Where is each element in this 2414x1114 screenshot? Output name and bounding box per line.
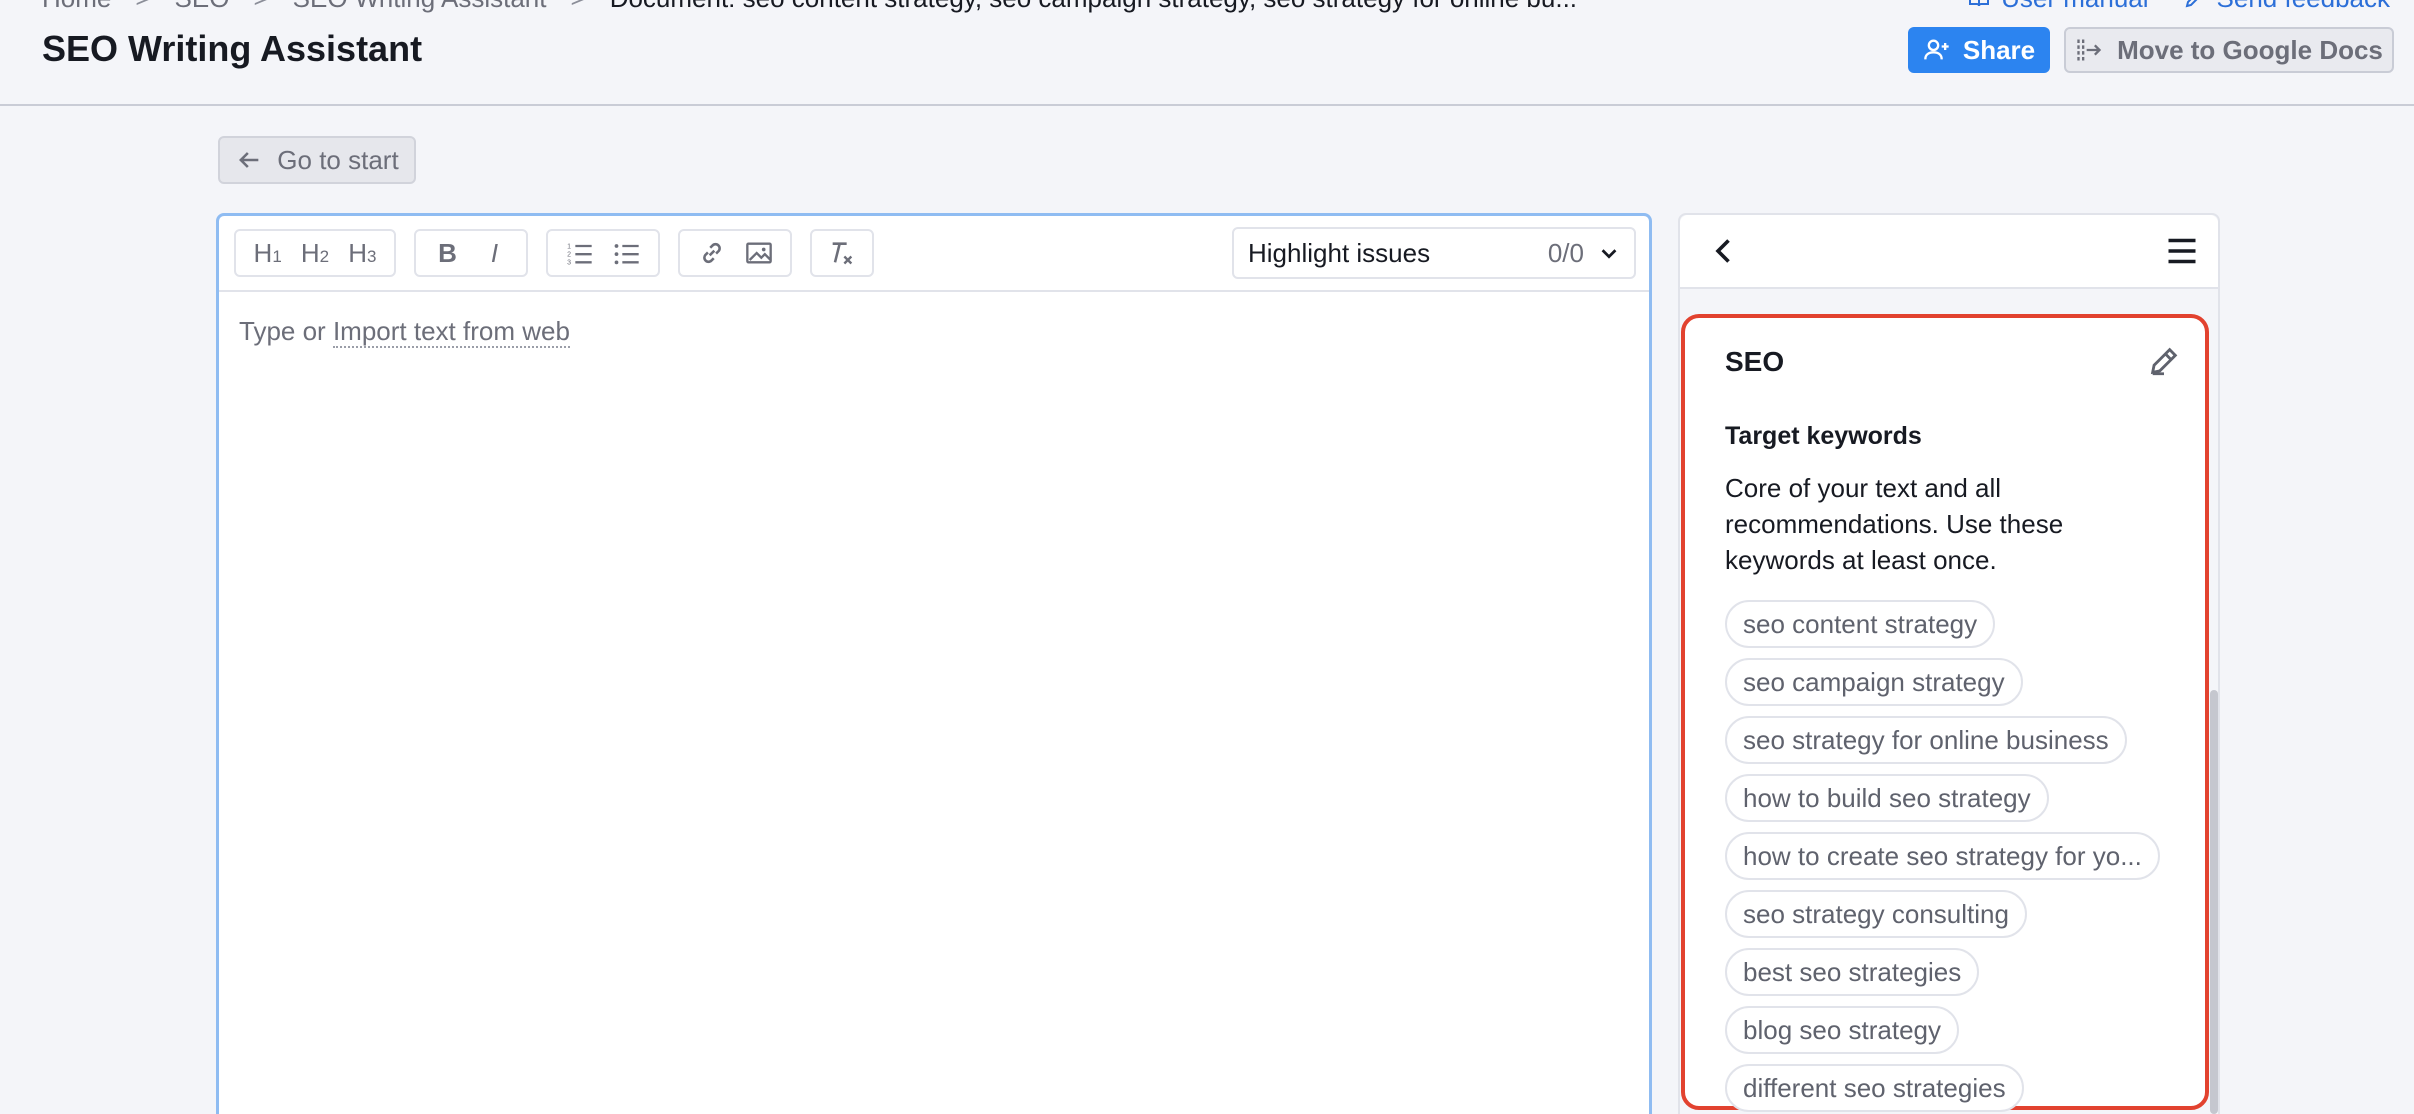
- menu-icon[interactable]: [2164, 233, 2200, 269]
- breadcrumb-separator: >: [135, 0, 150, 14]
- editor-toolbar: H1 H2 H3 B I 1 2 3 Highlight issues 0/0: [219, 216, 1649, 292]
- text-editor[interactable]: H1 H2 H3 B I 1 2 3 Highlight issues 0/0 …: [216, 213, 1652, 1114]
- keyword-chip[interactable]: how to create seo strategy for yo...: [1725, 832, 2160, 880]
- arrow-left-icon: [239, 152, 259, 168]
- panel-header: [1680, 215, 2218, 289]
- seo-title: SEO: [1725, 346, 1785, 377]
- keyword-chips: seo content strategy seo campaign strate…: [1725, 600, 2160, 1114]
- ordered-list-button[interactable]: 1 2 3: [556, 233, 603, 273]
- breadcrumb-seo[interactable]: SEO: [175, 0, 230, 14]
- breadcrumb-separator: >: [571, 0, 586, 14]
- image-icon: [745, 242, 772, 264]
- user-manual-link[interactable]: User manual: [1967, 0, 2149, 13]
- keyword-chip[interactable]: seo campaign strategy: [1725, 658, 2023, 706]
- insert-group: [678, 229, 792, 277]
- top-links: User manual Send feedback: [1967, 0, 2390, 13]
- page-title: SEO Writing Assistant: [42, 28, 423, 69]
- highlight-issues-dropdown[interactable]: Highlight issues 0/0: [1232, 227, 1636, 279]
- go-to-start-label: Go to start: [277, 144, 399, 175]
- keyword-chip[interactable]: seo strategy for online business: [1725, 716, 2127, 764]
- book-icon: [1969, 0, 1990, 7]
- share-button[interactable]: Share: [1908, 27, 2050, 73]
- keyword-chip[interactable]: different seo strategies: [1725, 1064, 2024, 1112]
- svg-text:2: 2: [567, 252, 571, 259]
- highlight-issues-label: Highlight issues: [1248, 237, 1431, 268]
- clear-formatting-button[interactable]: [818, 233, 866, 273]
- gdocs-label: Move to Google Docs: [2117, 34, 2383, 65]
- edit-icon[interactable]: [2147, 344, 2181, 378]
- add-user-icon: [1924, 39, 1949, 60]
- list-group: 1 2 3: [546, 229, 660, 277]
- breadcrumb-separator: >: [253, 0, 268, 14]
- clear-group: [810, 229, 874, 277]
- export-icon: [2077, 39, 2102, 61]
- chevron-left-icon[interactable]: [1706, 233, 1742, 269]
- go-to-start-button[interactable]: Go to start: [218, 136, 416, 184]
- app-header: Home > SEO > SEO Writing Assistant > Doc…: [0, 0, 2414, 106]
- import-text-link[interactable]: Import text from web: [332, 316, 570, 348]
- share-label: Share: [1962, 34, 2036, 65]
- keyword-chip[interactable]: seo content strategy: [1725, 600, 1996, 648]
- breadcrumb-writing-assistant[interactable]: SEO Writing Assistant: [293, 0, 547, 14]
- link-button[interactable]: [688, 233, 735, 273]
- panel-scrollbar[interactable]: [2210, 690, 2218, 1114]
- editor-content[interactable]: Type or Import text from web: [219, 292, 1649, 371]
- ordered-list-icon: 1 2 3: [567, 243, 592, 267]
- highlight-issues-count: 0/0: [1547, 237, 1584, 268]
- h3-button[interactable]: H3: [339, 233, 386, 273]
- chevron-down-icon: [1601, 249, 1617, 259]
- link-icon: [702, 242, 721, 264]
- clear-format-icon: [832, 242, 853, 265]
- svg-text:3: 3: [567, 260, 571, 267]
- target-keywords-description: Core of your text and all recommendation…: [1725, 473, 2064, 575]
- breadcrumb: Home > SEO > SEO Writing Assistant > Doc…: [42, 0, 1577, 13]
- target-keywords-title: Target keywords: [1725, 422, 1922, 450]
- svg-text:1: 1: [567, 243, 571, 250]
- h1-button[interactable]: H1: [244, 233, 291, 273]
- move-to-google-docs-button[interactable]: Move to Google Docs: [2064, 27, 2394, 73]
- send-feedback-label: Send feedback: [2217, 0, 2390, 14]
- seo-card: SEO Target keywords Core of your text an…: [1681, 314, 2209, 1112]
- image-button[interactable]: [735, 233, 782, 273]
- keyword-chip[interactable]: best seo strategies: [1725, 948, 1980, 996]
- format-group: B I: [414, 229, 528, 277]
- bold-button[interactable]: B: [424, 233, 471, 273]
- user-manual-label: User manual: [2001, 0, 2148, 14]
- keyword-chip[interactable]: how to build seo strategy: [1725, 774, 2049, 822]
- breadcrumb-document: Document: seo content strategy, seo camp…: [610, 0, 1577, 14]
- bullet-list-button[interactable]: [603, 233, 650, 273]
- keyword-chip[interactable]: seo strategy consulting: [1725, 890, 2027, 938]
- italic-button[interactable]: I: [471, 233, 518, 273]
- editor-placeholder: Type or: [239, 316, 326, 346]
- h2-button[interactable]: H2: [291, 233, 338, 273]
- breadcrumb-home[interactable]: Home: [42, 0, 111, 14]
- heading-group: H1 H2 H3: [234, 229, 396, 277]
- bullet-list-icon: [614, 244, 639, 265]
- send-feedback-link[interactable]: Send feedback: [2183, 0, 2390, 13]
- pen-icon: [2185, 0, 2197, 8]
- keyword-chip[interactable]: blog seo strategy: [1725, 1006, 1960, 1054]
